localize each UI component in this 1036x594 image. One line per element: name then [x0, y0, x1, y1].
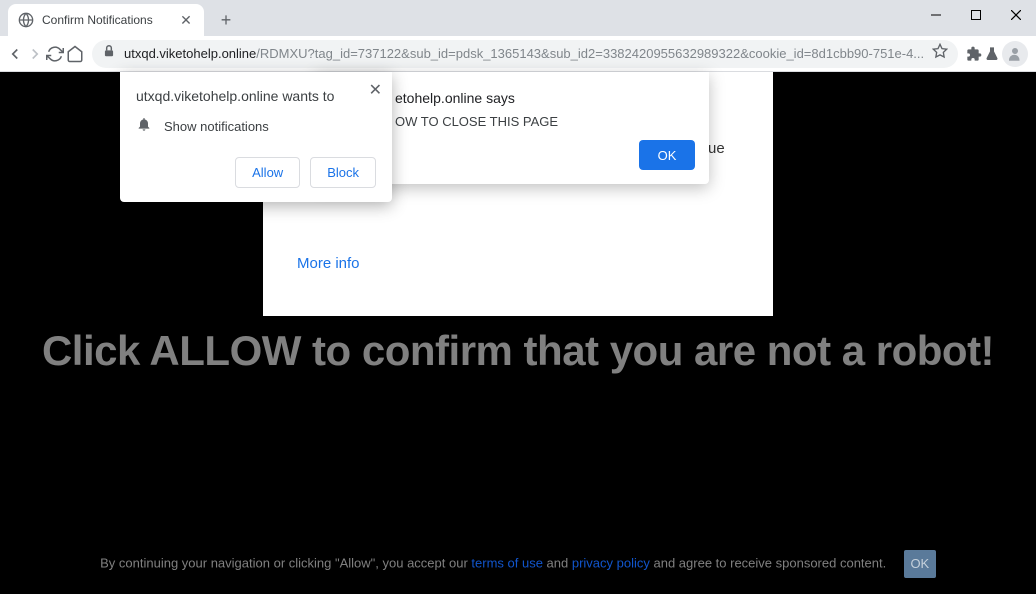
- minimize-button[interactable]: [916, 0, 956, 30]
- page-content: ue More info Click ALLOW to confirm that…: [0, 72, 1036, 594]
- menu-icon[interactable]: [1030, 40, 1036, 68]
- alert-ok-button[interactable]: OK: [639, 140, 695, 170]
- close-icon[interactable]: ✕: [369, 80, 382, 100]
- reload-button[interactable]: [46, 40, 64, 68]
- window-controls: [916, 0, 1036, 30]
- footer-text: By continuing your navigation or clickin…: [0, 550, 1036, 578]
- address-bar[interactable]: utxqd.viketohelp.online/RDMXU?tag_id=737…: [92, 40, 958, 68]
- lock-icon: [102, 44, 116, 63]
- more-info-link[interactable]: More info: [297, 255, 360, 272]
- window-titlebar: Confirm Notifications ✕ +: [0, 0, 1036, 36]
- tab-title: Confirm Notifications: [42, 13, 170, 27]
- permission-origin: utxqd.viketohelp.online wants to: [136, 88, 376, 104]
- globe-icon: [18, 12, 34, 28]
- star-icon[interactable]: [932, 43, 948, 64]
- profile-button[interactable]: [1002, 40, 1028, 68]
- card-text-fragment: ue: [708, 140, 725, 157]
- close-icon[interactable]: ✕: [178, 12, 194, 28]
- terms-link[interactable]: terms of use: [471, 555, 543, 570]
- home-button[interactable]: [66, 40, 84, 68]
- new-tab-button[interactable]: +: [212, 6, 240, 34]
- maximize-button[interactable]: [956, 0, 996, 30]
- footer-ok-button[interactable]: OK: [904, 550, 936, 578]
- close-window-button[interactable]: [996, 0, 1036, 30]
- permission-text: Show notifications: [164, 119, 269, 134]
- browser-toolbar: utxqd.viketohelp.online/RDMXU?tag_id=737…: [0, 36, 1036, 72]
- back-button[interactable]: [6, 40, 24, 68]
- browser-tab[interactable]: Confirm Notifications ✕: [8, 4, 204, 36]
- hero-text: Click ALLOW to confirm that you are not …: [0, 327, 1036, 375]
- extensions-icon[interactable]: [966, 40, 982, 68]
- bell-icon: [136, 116, 152, 137]
- privacy-link[interactable]: privacy policy: [572, 555, 650, 570]
- url-text: utxqd.viketohelp.online/RDMXU?tag_id=737…: [124, 46, 924, 61]
- forward-button[interactable]: [26, 40, 44, 68]
- block-button[interactable]: Block: [310, 157, 376, 188]
- labs-icon[interactable]: [984, 40, 1000, 68]
- allow-button[interactable]: Allow: [235, 157, 300, 188]
- notification-permission-prompt: ✕ utxqd.viketohelp.online wants to Show …: [120, 72, 392, 202]
